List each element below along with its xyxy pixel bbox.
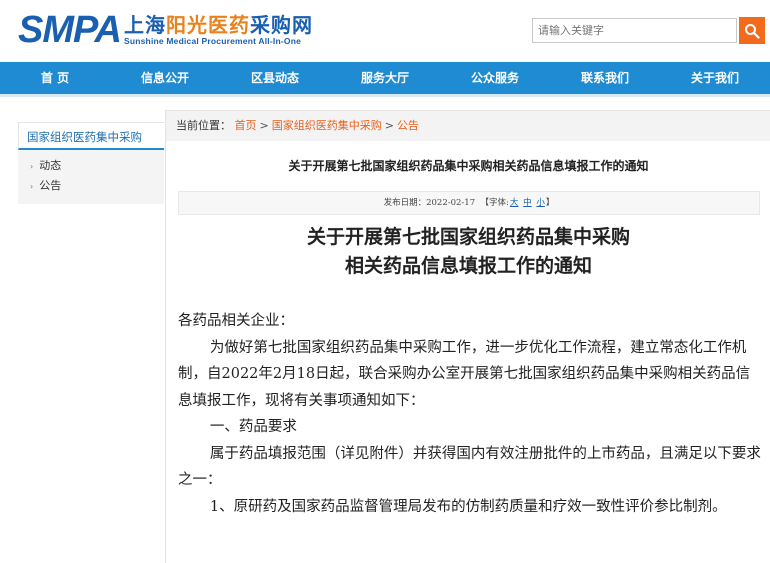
nav-item-service-hall[interactable]: 服务大厅 bbox=[330, 62, 440, 94]
font-size-medium[interactable]: 中 bbox=[523, 198, 532, 208]
breadcrumb-separator: > bbox=[384, 119, 394, 132]
logo-cn-part2: 阳光医药 bbox=[165, 13, 250, 37]
sidebar-title: 国家组织医药集中采购 bbox=[18, 122, 164, 150]
nav-item-contact-us[interactable]: 联系我们 bbox=[550, 62, 660, 94]
font-size-large[interactable]: 大 bbox=[510, 198, 519, 208]
site-header: SMPA 上海阳光医药采购网 Sunshine Medical Procurem… bbox=[0, 0, 770, 62]
nav-item-about-us[interactable]: 关于我们 bbox=[660, 62, 770, 94]
breadcrumb-separator: > bbox=[259, 119, 269, 132]
section-heading: 一、药品要求 bbox=[209, 419, 297, 435]
nav-item-info-disclosure[interactable]: 信息公开 bbox=[110, 62, 220, 94]
article-meta: 发布日期：2022-02-17 【字体:大 中 小】 bbox=[178, 191, 760, 215]
breadcrumb-home[interactable]: 首页 bbox=[235, 119, 257, 132]
document-heading-line1: 关于开展第七批国家组织药品集中采购 bbox=[306, 226, 630, 248]
sidebar: 国家组织医药集中采购 › 动态 › 公告 bbox=[18, 122, 164, 204]
logo-english: Sunshine Medical Procurement All-In-One bbox=[123, 36, 302, 46]
breadcrumb-category[interactable]: 国家组织医药集中采购 bbox=[272, 119, 382, 132]
site-logo[interactable]: SMPA 上海阳光医药采购网 Sunshine Medical Procurem… bbox=[18, 10, 313, 52]
font-size-label: 【字体: bbox=[480, 198, 509, 208]
body-paragraph: 1、原研药及国家药品监督管理局发布的仿制药质量和疗效一致性评价参比制剂。 bbox=[209, 498, 727, 515]
logo-chinese: 上海阳光医药采购网 bbox=[124, 14, 313, 36]
document-heading: 关于开展第七批国家组织药品集中采购 相关药品信息填报工作的通知 bbox=[166, 223, 770, 281]
logo-text: 上海阳光医药采购网 Sunshine Medical Procurement A… bbox=[124, 14, 313, 46]
logo-cn-part3: 采购网 bbox=[249, 13, 313, 37]
article-title: 关于开展第七批国家组织药品集中采购相关药品信息填报工作的通知 bbox=[288, 159, 649, 173]
search-button[interactable] bbox=[739, 17, 765, 44]
chevron-right-icon: › bbox=[30, 162, 34, 171]
sidebar-item-label: 动态 bbox=[39, 159, 62, 172]
content-panel: 当前位置： 首页 > 国家组织医药集中采购 > 公告 关于开展第七批国家组织药品集中采购… bbox=[165, 110, 770, 563]
nav-item-public-service[interactable]: 公众服务 bbox=[440, 62, 550, 94]
logo-mark: SMPA bbox=[18, 9, 122, 51]
salutation: 各药品相关企业： bbox=[178, 313, 294, 329]
body-paragraph: 为做好第七批国家组织药品集中采购工作，进一步优化工作流程，建立常态化工作机制，自… bbox=[178, 339, 751, 409]
chevron-right-icon: › bbox=[30, 182, 34, 191]
breadcrumb-current[interactable]: 公告 bbox=[397, 119, 419, 132]
nav-divider bbox=[0, 94, 770, 97]
font-size-small[interactable]: 小 bbox=[536, 198, 545, 208]
font-size-label-close: 】 bbox=[545, 198, 555, 208]
document-heading-line2: 相关药品信息填报工作的通知 bbox=[344, 255, 592, 277]
logo-cn-part1: 上海 bbox=[123, 13, 166, 37]
breadcrumb: 当前位置： 首页 > 国家组织医药集中采购 > 公告 bbox=[166, 111, 770, 141]
breadcrumb-prefix: 当前位置： bbox=[176, 119, 231, 132]
search-icon bbox=[745, 23, 760, 39]
nav-item-home[interactable]: 首 页 bbox=[0, 62, 110, 94]
nav-item-district-news[interactable]: 区县动态 bbox=[220, 62, 330, 94]
publish-date: 发布日期：2022-02-17 bbox=[383, 198, 476, 208]
body-paragraph: 属于药品填报范围（详见附件）并获得国内有效注册批件的上市药品，且满足以下要求之一… bbox=[178, 445, 761, 489]
sidebar-list: › 动态 › 公告 bbox=[18, 150, 164, 196]
article-body: 各药品相关企业： 为做好第七批国家组织药品集中采购工作，进一步优化工作流程，建立… bbox=[178, 308, 763, 520]
sidebar-item-label: 公告 bbox=[39, 179, 62, 192]
sidebar-item-announcements[interactable]: › 公告 bbox=[18, 176, 164, 196]
search-input[interactable] bbox=[532, 18, 737, 43]
main-nav: 首 页 信息公开 区县动态 服务大厅 公众服务 联系我们 关于我们 bbox=[0, 62, 770, 94]
sidebar-item-news[interactable]: › 动态 bbox=[18, 156, 164, 176]
